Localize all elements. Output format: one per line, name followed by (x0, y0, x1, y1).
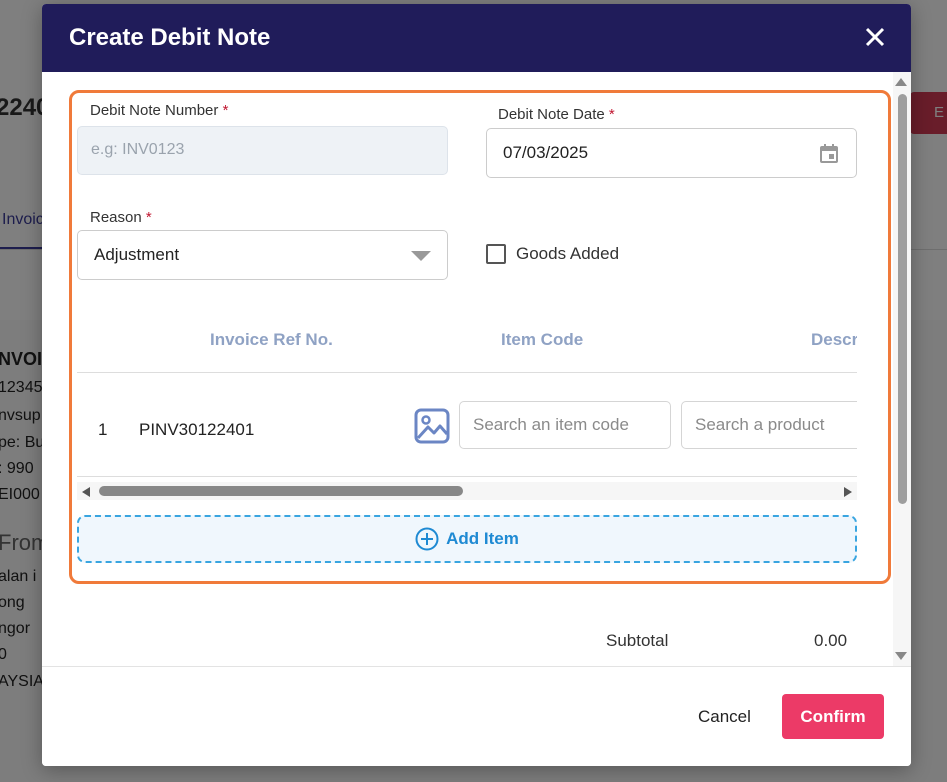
cancel-button[interactable]: Cancel (698, 707, 751, 727)
confirm-button[interactable]: Confirm (782, 694, 884, 739)
debit-note-number-label-text: Debit Note Number (90, 102, 219, 119)
create-debit-note-modal: Create Debit Note Debit Note Number * e.… (42, 4, 911, 766)
reason-label-text: Reason (90, 209, 142, 226)
debit-note-date-label-text: Debit Note Date (498, 106, 605, 123)
modal-body: Debit Note Number * e.g: INV0123 Debit N… (42, 72, 911, 666)
debit-note-date-label: Debit Note Date * (498, 106, 615, 123)
table-header-divider (77, 372, 857, 373)
close-icon-svg (865, 27, 885, 47)
required-marker: * (222, 102, 229, 119)
chevron-down-icon (411, 251, 431, 261)
modal-footer: Cancel Confirm (42, 666, 911, 766)
table-row-divider (77, 476, 857, 477)
scroll-up-icon[interactable] (895, 78, 907, 86)
calendar-icon[interactable] (820, 144, 838, 163)
reason-label: Reason * (90, 209, 152, 226)
subtotal-label: Subtotal (606, 631, 669, 650)
reason-select[interactable]: Adjustment (77, 230, 448, 280)
debit-note-date-input[interactable]: 07/03/2025 (486, 128, 857, 178)
table-header-invoice-ref: Invoice Ref No. (210, 330, 333, 349)
modal-header: Create Debit Note (42, 4, 911, 72)
scroll-thumb[interactable] (898, 94, 907, 504)
modal-vertical-scrollbar[interactable] (893, 72, 911, 666)
subtotal-value: 0.00 (814, 631, 848, 650)
reason-selected-value: Adjustment (94, 245, 180, 264)
goods-added-checkbox[interactable] (486, 244, 506, 264)
required-marker: * (608, 106, 615, 123)
debit-note-number-input: e.g: INV0123 (77, 126, 448, 175)
product-search-input[interactable]: Search a product (681, 401, 857, 449)
table-header-item-code: Item Code (501, 330, 584, 349)
scroll-right-icon[interactable] (844, 487, 852, 497)
modal-title: Create Debit Note (69, 24, 271, 51)
row-invoice-ref: PINV30122401 (139, 420, 255, 439)
row-index: 1 (98, 420, 108, 439)
table-horizontal-scrollbar[interactable] (77, 482, 857, 500)
item-code-search-input[interactable]: Search an item code (459, 401, 671, 449)
debit-note-date-value: 07/03/2025 (503, 143, 589, 162)
scroll-down-icon[interactable] (895, 652, 907, 660)
scroll-left-icon[interactable] (82, 487, 90, 497)
items-table: Invoice Ref No. Item Code Descr 1 PINV30… (77, 310, 857, 500)
add-item-button[interactable]: Add Item (77, 515, 857, 563)
debit-note-number-label: Debit Note Number * (90, 102, 228, 119)
required-marker: * (145, 209, 152, 226)
close-icon[interactable] (865, 23, 885, 53)
scroll-thumb[interactable] (99, 486, 463, 496)
image-icon[interactable] (414, 408, 450, 444)
plus-circle-icon (415, 527, 439, 551)
add-item-label: Add Item (446, 529, 519, 548)
goods-added-label: Goods Added (516, 244, 620, 263)
table-header-description: Descr (811, 330, 857, 349)
